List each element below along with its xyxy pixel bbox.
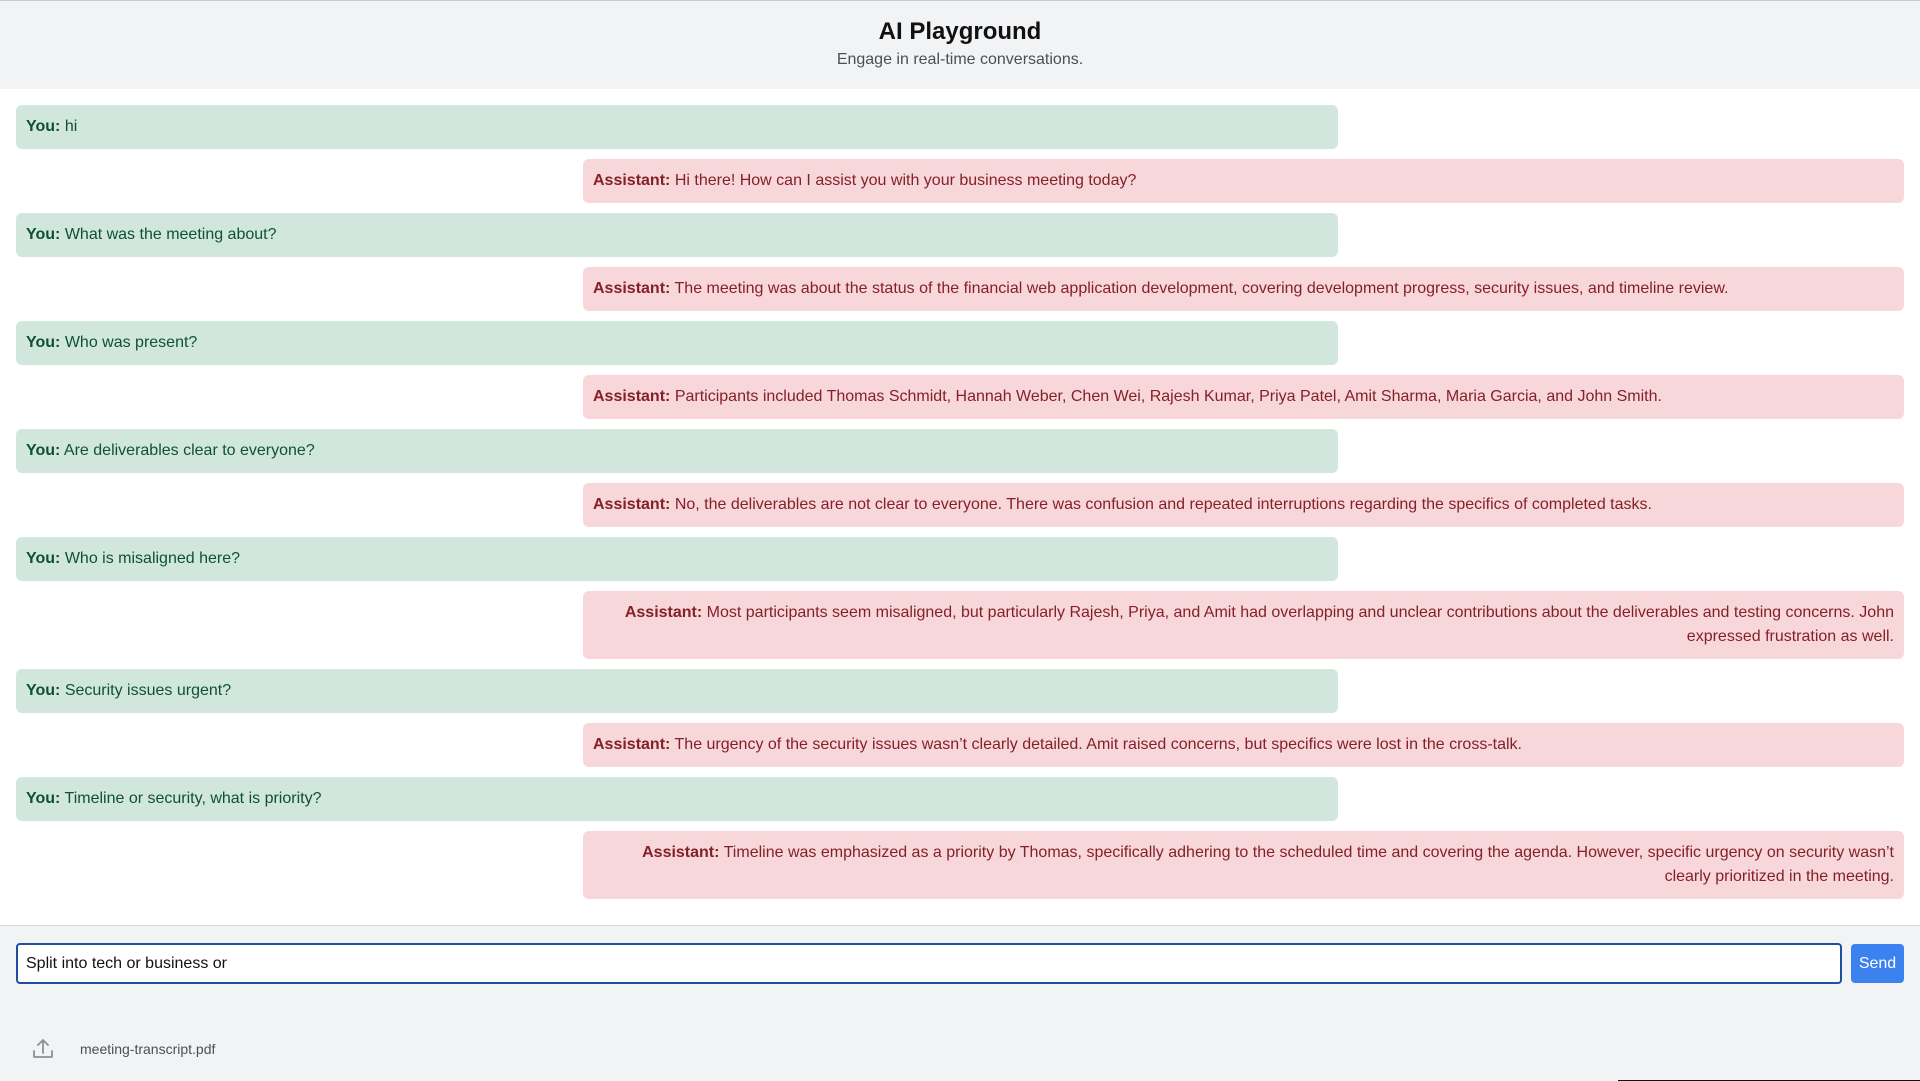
assistant-message: Assistant: No, the deliverables are not … (583, 483, 1904, 527)
chat-history[interactable]: You: hi Assistant: Hi there! How can I a… (0, 89, 1920, 925)
message-composer: Send meeting-transcript.pdf (0, 926, 1920, 1081)
user-message: You: Who was present? (16, 321, 1338, 365)
page-header: AI Playground Engage in real-time conver… (0, 1, 1920, 89)
speaker-label: Assistant: (593, 736, 671, 753)
speaker-label: Assistant: (593, 172, 671, 189)
message-text: No, the deliverables are not clear to ev… (674, 496, 1652, 513)
user-message: You: hi (16, 105, 1338, 149)
assistant-message: Assistant: Participants included Thomas … (583, 375, 1904, 419)
upload-icon[interactable] (30, 1036, 56, 1062)
message-text: What was the meeting about? (64, 226, 277, 243)
speaker-label: You: (26, 550, 61, 567)
speaker-label: You: (26, 442, 61, 459)
speaker-label: You: (26, 334, 61, 351)
user-message: You: Who is misaligned here? (16, 537, 1338, 581)
speaker-label: Assistant: (624, 604, 703, 621)
message-text: Participants included Thomas Schmidt, Ha… (674, 388, 1662, 405)
speaker-label: Assistant: (593, 280, 671, 297)
user-message: You: Timeline or security, what is prior… (16, 777, 1338, 821)
page-subtitle: Engage in real-time conversations. (836, 51, 1084, 68)
message-text: The urgency of the security issues wasn’… (674, 736, 1522, 753)
attachment-row: meeting-transcript.pdf (30, 1034, 215, 1064)
speaker-label: You: (26, 118, 61, 135)
speaker-label: Assistant: (642, 844, 720, 861)
message-text: The meeting was about the status of the … (674, 280, 1729, 297)
message-text: Who was present? (64, 334, 198, 351)
assistant-message: Assistant: Hi there! How can I assist yo… (583, 159, 1904, 203)
message-text: Hi there! How can I assist you with your… (674, 172, 1137, 189)
send-button[interactable]: Send (1851, 944, 1904, 983)
assistant-message: Assistant: Most participants seem misali… (583, 591, 1904, 659)
user-message: You: What was the meeting about? (16, 213, 1338, 257)
speaker-label: You: (26, 226, 61, 243)
speaker-label: You: (26, 790, 61, 807)
message-text: Security issues urgent? (64, 682, 232, 699)
message-input[interactable] (16, 943, 1842, 984)
page-title: AI Playground (878, 18, 1042, 45)
message-text: Most participants seem misaligned, but p… (706, 604, 1894, 645)
message-text: Who is misaligned here? (64, 550, 241, 567)
user-message: You: Security issues urgent? (16, 669, 1338, 713)
message-text: hi (64, 118, 78, 135)
user-message: You: Are deliverables clear to everyone? (16, 429, 1338, 473)
speaker-label: You: (26, 682, 61, 699)
message-text: Timeline was emphasized as a priority by… (723, 844, 1894, 885)
message-text: Timeline or security, what is priority? (64, 790, 322, 807)
assistant-message: Assistant: The urgency of the security i… (583, 723, 1904, 767)
assistant-message: Assistant: Timeline was emphasized as a … (583, 831, 1904, 899)
speaker-label: Assistant: (593, 388, 671, 405)
assistant-message: Assistant: The meeting was about the sta… (583, 267, 1904, 311)
speaker-label: Assistant: (593, 496, 671, 513)
message-text: Are deliverables clear to everyone? (63, 442, 315, 459)
attachment-file-name: meeting-transcript.pdf (80, 1041, 216, 1057)
